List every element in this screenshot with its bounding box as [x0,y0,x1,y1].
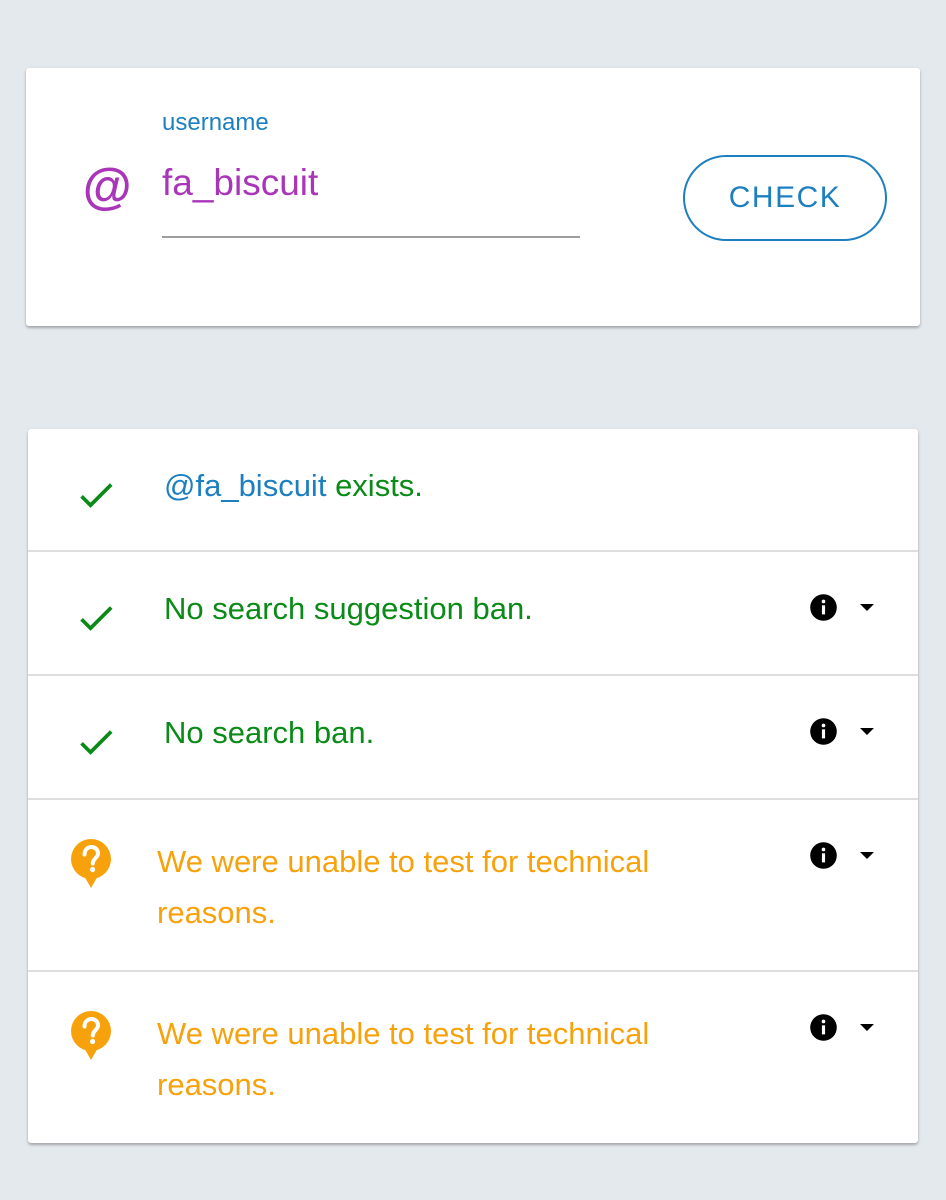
check-icon [80,730,113,755]
result-row-reply-deboosting: We were unable to test for technical rea… [28,972,918,1143]
info-icon[interactable] [809,841,838,870]
info-icon[interactable] [809,593,838,622]
result-message: No search suggestion ban. [164,591,533,626]
result-message: No search ban. [164,715,375,750]
results-card: @fa_biscuit exists. No search suggestion… [28,429,918,1143]
result-message: exists. [335,468,423,503]
caret-down-icon[interactable] [859,1023,875,1032]
result-row-search-ban: No search ban. [28,676,918,800]
username-label: username [162,109,269,136]
check-icon [80,606,113,631]
result-message: We were unable to test for technical rea… [157,844,650,930]
question-bubble-icon [71,1011,111,1060]
expand-details-toggle[interactable] [809,717,879,747]
info-icon[interactable] [809,1013,838,1042]
result-message: We were unable to test for technical rea… [157,1016,650,1102]
result-row-ghost-ban: We were unable to test for technical rea… [28,800,918,972]
caret-down-icon[interactable] [859,603,875,612]
check-icon [80,483,113,508]
username-input[interactable] [162,160,580,238]
caret-down-icon[interactable] [859,727,875,736]
caret-down-icon[interactable] [859,851,875,860]
username-handle[interactable]: @fa_biscuit [164,468,326,503]
result-text: @fa_biscuit exists. [164,467,423,504]
question-bubble-icon [71,839,111,888]
at-sign-icon: @ [82,159,131,215]
info-icon[interactable] [809,717,838,746]
result-row-exists: @fa_biscuit exists. [28,429,918,552]
expand-details-toggle[interactable] [809,593,879,623]
expand-details-toggle[interactable] [809,1013,879,1043]
check-button[interactable]: CHECK [683,155,887,241]
result-row-search-suggestion-ban: No search suggestion ban. [28,552,918,676]
expand-details-toggle[interactable] [809,841,879,871]
